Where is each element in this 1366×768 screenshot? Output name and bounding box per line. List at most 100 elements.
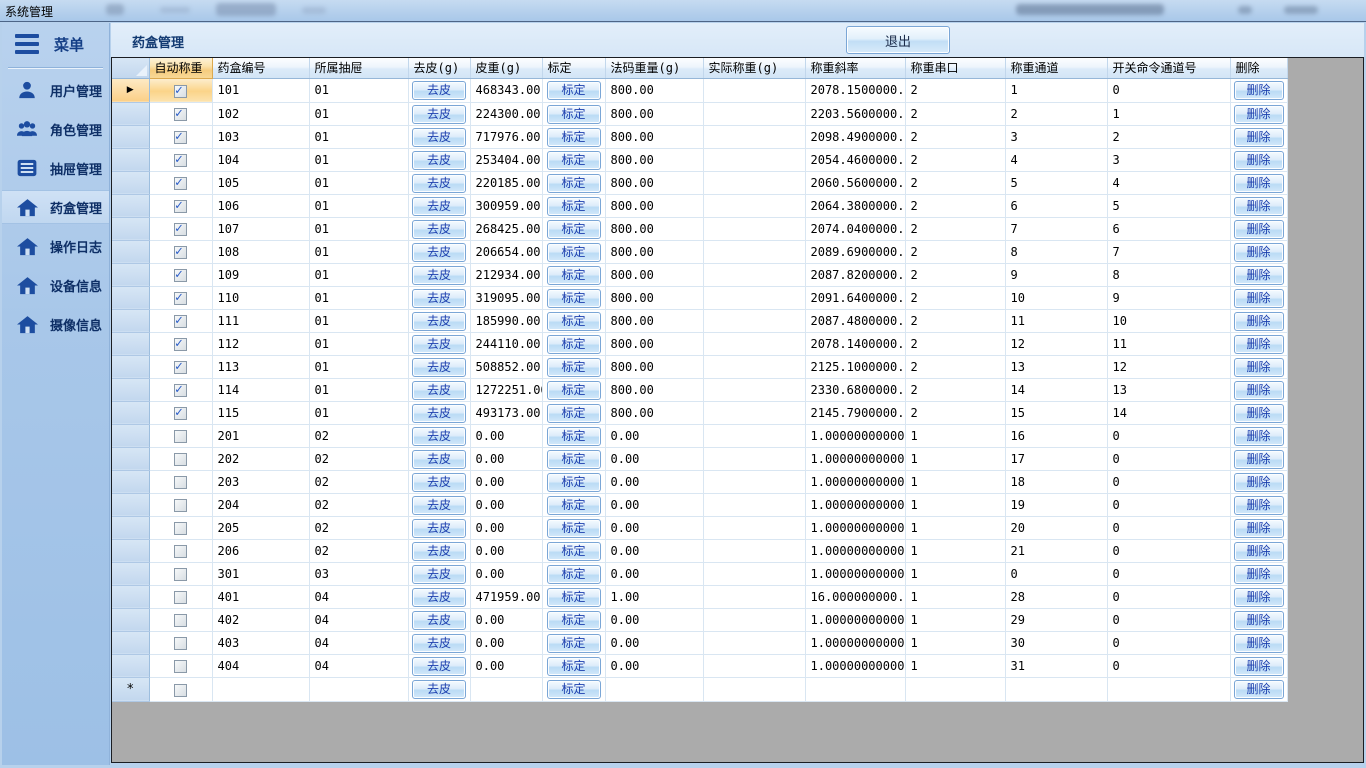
tare-weight-cell[interactable]: 471959.00 [470, 585, 542, 608]
actual-weight-cell[interactable] [703, 585, 805, 608]
box-number-cell[interactable]: 205 [212, 516, 309, 539]
auto-weigh-checkbox[interactable] [174, 361, 187, 374]
delete-button[interactable]: 删除 [1234, 496, 1284, 515]
calibrate-button[interactable]: 标定 [547, 335, 601, 354]
calibrate-button[interactable]: 标定 [547, 680, 601, 699]
tare-weight-cell[interactable]: 0.00 [470, 470, 542, 493]
code-weight-cell[interactable]: 0.00 [605, 631, 703, 654]
drawer-cell[interactable]: 02 [309, 470, 408, 493]
serial-port-cell[interactable]: 1 [905, 631, 1005, 654]
switch-channel-cell[interactable]: 14 [1107, 401, 1230, 424]
delete-button[interactable]: 删除 [1234, 565, 1284, 584]
row-selector-cell[interactable] [112, 378, 149, 401]
auto-weigh-checkbox[interactable] [174, 430, 187, 443]
drawer-cell[interactable]: 01 [309, 240, 408, 263]
serial-port-cell[interactable]: 2 [905, 286, 1005, 309]
drawer-cell[interactable]: 01 [309, 194, 408, 217]
drawer-cell[interactable]: 01 [309, 171, 408, 194]
actual-weight-cell[interactable] [703, 493, 805, 516]
channel-cell[interactable]: 29 [1005, 608, 1107, 631]
delete-button[interactable]: 删除 [1234, 404, 1284, 423]
calibrate-button[interactable]: 标定 [547, 197, 601, 216]
auto-weigh-checkbox[interactable] [174, 684, 187, 697]
tare-weight-cell[interactable]: 319095.00 [470, 286, 542, 309]
actual-weight-cell[interactable] [703, 125, 805, 148]
actual-weight-cell[interactable] [703, 286, 805, 309]
serial-port-cell[interactable]: 1 [905, 585, 1005, 608]
tare-button[interactable]: 去皮 [412, 427, 466, 446]
box-number-cell[interactable] [212, 677, 309, 701]
tare-button[interactable]: 去皮 [412, 381, 466, 400]
tare-button[interactable]: 去皮 [412, 634, 466, 653]
calibrate-button[interactable]: 标定 [547, 588, 601, 607]
slope-cell[interactable]: 1.0000000000000 [805, 516, 905, 539]
actual-weight-cell[interactable] [703, 677, 805, 701]
calibrate-button[interactable]: 标定 [547, 542, 601, 561]
drawer-cell[interactable]: 01 [309, 286, 408, 309]
row-selector-cell[interactable] [112, 424, 149, 447]
tare-weight-cell[interactable]: 206654.00 [470, 240, 542, 263]
switch-channel-cell[interactable]: 12 [1107, 355, 1230, 378]
actual-weight-cell[interactable] [703, 608, 805, 631]
drawer-cell[interactable] [309, 677, 408, 701]
tare-weight-cell[interactable]: 0.00 [470, 539, 542, 562]
drawer-cell[interactable]: 03 [309, 562, 408, 585]
delete-button[interactable]: 删除 [1234, 243, 1284, 262]
box-number-cell[interactable]: 112 [212, 332, 309, 355]
code-weight-cell[interactable] [605, 677, 703, 701]
tare-weight-cell[interactable]: 268425.00 [470, 217, 542, 240]
drawer-cell[interactable]: 02 [309, 424, 408, 447]
column-header-switch-channel[interactable]: 开关命令通道号 [1107, 58, 1230, 78]
column-header-drawer[interactable]: 所属抽屉 [309, 58, 408, 78]
channel-cell[interactable]: 2 [1005, 102, 1107, 125]
switch-channel-cell[interactable]: 8 [1107, 263, 1230, 286]
channel-cell[interactable]: 6 [1005, 194, 1107, 217]
actual-weight-cell[interactable] [703, 263, 805, 286]
serial-port-cell[interactable]: 2 [905, 102, 1005, 125]
row-selector-cell[interactable] [112, 470, 149, 493]
tare-button[interactable]: 去皮 [412, 335, 466, 354]
slope-cell[interactable]: 1.0000000000000 [805, 654, 905, 677]
actual-weight-cell[interactable] [703, 194, 805, 217]
row-selector-cell[interactable] [112, 309, 149, 332]
delete-button[interactable]: 删除 [1234, 588, 1284, 607]
channel-cell[interactable]: 17 [1005, 447, 1107, 470]
auto-weigh-checkbox[interactable] [174, 246, 187, 259]
serial-port-cell[interactable]: 1 [905, 424, 1005, 447]
box-number-cell[interactable]: 111 [212, 309, 309, 332]
tare-weight-cell[interactable]: 1272251.00 [470, 378, 542, 401]
slope-cell[interactable]: 2098.4900000... [805, 125, 905, 148]
delete-button[interactable]: 删除 [1234, 289, 1284, 308]
switch-channel-cell[interactable]: 0 [1107, 493, 1230, 516]
row-selector-cell[interactable] [112, 355, 149, 378]
serial-port-cell[interactable]: 1 [905, 493, 1005, 516]
serial-port-cell[interactable]: 1 [905, 447, 1005, 470]
row-selector-cell[interactable]: ▶ [112, 78, 149, 102]
serial-port-cell[interactable]: 2 [905, 171, 1005, 194]
code-weight-cell[interactable]: 0.00 [605, 470, 703, 493]
serial-port-cell[interactable]: 2 [905, 125, 1005, 148]
column-header-box-number[interactable]: 药盒编号 [212, 58, 309, 78]
tare-button[interactable]: 去皮 [412, 220, 466, 239]
column-header-tare-weight[interactable]: 皮重(g) [470, 58, 542, 78]
switch-channel-cell[interactable]: 10 [1107, 309, 1230, 332]
calibrate-button[interactable]: 标定 [547, 634, 601, 653]
calibrate-button[interactable]: 标定 [547, 358, 601, 377]
auto-weigh-checkbox[interactable] [174, 660, 187, 673]
actual-weight-cell[interactable] [703, 539, 805, 562]
box-number-cell[interactable]: 107 [212, 217, 309, 240]
slope-cell[interactable]: 2091.6400000... [805, 286, 905, 309]
drawer-cell[interactable]: 02 [309, 493, 408, 516]
serial-port-cell[interactable]: 2 [905, 355, 1005, 378]
channel-cell[interactable]: 19 [1005, 493, 1107, 516]
delete-button[interactable]: 删除 [1234, 634, 1284, 653]
channel-cell[interactable]: 20 [1005, 516, 1107, 539]
code-weight-cell[interactable]: 0.00 [605, 539, 703, 562]
tare-button[interactable]: 去皮 [412, 151, 466, 170]
slope-cell[interactable]: 1.0000000000000 [805, 493, 905, 516]
serial-port-cell[interactable]: 2 [905, 309, 1005, 332]
channel-cell[interactable]: 9 [1005, 263, 1107, 286]
box-number-cell[interactable]: 401 [212, 585, 309, 608]
channel-cell[interactable]: 0 [1005, 562, 1107, 585]
code-weight-cell[interactable]: 800.00 [605, 355, 703, 378]
